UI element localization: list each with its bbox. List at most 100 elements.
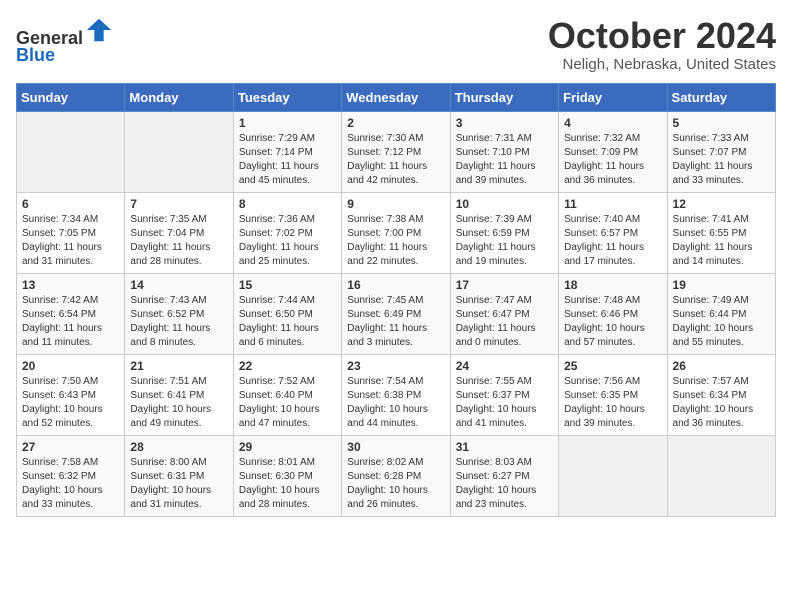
day-number: 29 — [239, 440, 336, 454]
day-info: Sunrise: 7:51 AM Sunset: 6:41 PM Dayligh… — [130, 375, 227, 431]
day-info: Sunrise: 7:52 AM Sunset: 6:40 PM Dayligh… — [239, 375, 336, 431]
day-number: 5 — [673, 116, 770, 130]
calendar-cell — [667, 435, 775, 516]
calendar-cell: 8Sunrise: 7:36 AM Sunset: 7:02 PM Daylig… — [233, 192, 341, 273]
calendar-table: SundayMondayTuesdayWednesdayThursdayFrid… — [16, 83, 776, 517]
logo-icon — [85, 16, 113, 44]
calendar-cell: 14 Sunrise: 7:43 AM Sunset: 6:52 PM Dayli… — [125, 273, 233, 354]
calendar-cell: 24 Sunrise: 7:55 AM Sunset: 6:37 PM Dayli… — [450, 354, 558, 435]
calendar-cell — [17, 111, 125, 192]
weekday-header: Thursday — [450, 83, 558, 111]
calendar-week-row: 27Sunrise: 7:58 AM Sunset: 6:32 PM Dayli… — [17, 435, 776, 516]
day-info: Sunrise: 7:54 AM Sunset: 6:38 PM Dayligh… — [347, 375, 444, 431]
calendar-cell: 25Sunrise: 7:56 AM Sunset: 6:35 PM Dayli… — [559, 354, 667, 435]
day-info: Sunrise: 7:48 AM Sunset: 6:46 PM Dayligh… — [564, 294, 661, 350]
day-info: Sunrise: 7:56 AM Sunset: 6:35 PM Dayligh… — [564, 375, 661, 431]
day-info: Sunrise: 7:35 AM Sunset: 7:04 PM Dayligh… — [130, 213, 227, 269]
day-info: Sunrise: 7:55 AM Sunset: 6:37 PM Dayligh… — [456, 375, 553, 431]
day-number: 22 — [239, 359, 336, 373]
day-info: Sunrise: 7:31 AM Sunset: 7:10 PM Dayligh… — [456, 132, 553, 188]
calendar-cell: 28 Sunrise: 8:00 AM Sunset: 6:31 PM Dayli… — [125, 435, 233, 516]
day-number: 16 — [347, 278, 444, 292]
calendar-cell: 19Sunrise: 7:49 AM Sunset: 6:44 PM Dayli… — [667, 273, 775, 354]
calendar-cell: 9 Sunrise: 7:38 AM Sunset: 7:00 PM Daylig… — [342, 192, 450, 273]
day-info: Sunrise: 7:38 AM Sunset: 7:00 PM Dayligh… — [347, 213, 444, 269]
calendar-cell: 2Sunrise: 7:30 AM Sunset: 7:12 PM Daylig… — [342, 111, 450, 192]
logo: General Blue — [16, 16, 113, 66]
weekday-header: Friday — [559, 83, 667, 111]
day-number: 21 — [130, 359, 227, 373]
calendar-week-row: 6Sunrise: 7:34 AM Sunset: 7:05 PM Daylig… — [17, 192, 776, 273]
calendar-cell: 29 Sunrise: 8:01 AM Sunset: 6:30 PM Dayli… — [233, 435, 341, 516]
calendar-cell: 21 Sunrise: 7:51 AM Sunset: 6:41 PM Dayli… — [125, 354, 233, 435]
day-info: Sunrise: 7:43 AM Sunset: 6:52 PM Dayligh… — [130, 294, 227, 350]
day-number: 9 — [347, 197, 444, 211]
day-info: Sunrise: 7:41 AM Sunset: 6:55 PM Dayligh… — [673, 213, 770, 269]
calendar-cell: 5 Sunrise: 7:33 AM Sunset: 7:07 PM Daylig… — [667, 111, 775, 192]
day-number: 15 — [239, 278, 336, 292]
day-info: Sunrise: 8:01 AM Sunset: 6:30 PM Dayligh… — [239, 456, 336, 512]
month-title: October 2024 — [548, 16, 776, 56]
day-info: Sunrise: 7:40 AM Sunset: 6:57 PM Dayligh… — [564, 213, 661, 269]
day-info: Sunrise: 7:47 AM Sunset: 6:47 PM Dayligh… — [456, 294, 553, 350]
day-info: Sunrise: 7:29 AM Sunset: 7:14 PM Dayligh… — [239, 132, 336, 188]
weekday-header: Sunday — [17, 83, 125, 111]
day-number: 6 — [22, 197, 119, 211]
calendar-cell: 1 Sunrise: 7:29 AM Sunset: 7:14 PM Daylig… — [233, 111, 341, 192]
calendar-cell: 23 Sunrise: 7:54 AM Sunset: 6:38 PM Dayli… — [342, 354, 450, 435]
day-info: Sunrise: 8:00 AM Sunset: 6:31 PM Dayligh… — [130, 456, 227, 512]
calendar-cell: 30 Sunrise: 8:02 AM Sunset: 6:28 PM Dayli… — [342, 435, 450, 516]
day-info: Sunrise: 7:44 AM Sunset: 6:50 PM Dayligh… — [239, 294, 336, 350]
day-number: 28 — [130, 440, 227, 454]
day-info: Sunrise: 7:57 AM Sunset: 6:34 PM Dayligh… — [673, 375, 770, 431]
day-info: Sunrise: 8:02 AM Sunset: 6:28 PM Dayligh… — [347, 456, 444, 512]
day-number: 20 — [22, 359, 119, 373]
day-info: Sunrise: 7:32 AM Sunset: 7:09 PM Dayligh… — [564, 132, 661, 188]
day-number: 26 — [673, 359, 770, 373]
calendar-cell: 20 Sunrise: 7:50 AM Sunset: 6:43 PM Dayli… — [17, 354, 125, 435]
day-number: 12 — [673, 197, 770, 211]
calendar-cell: 27Sunrise: 7:58 AM Sunset: 6:32 PM Dayli… — [17, 435, 125, 516]
calendar-cell: 22 Sunrise: 7:52 AM Sunset: 6:40 PM Dayli… — [233, 354, 341, 435]
calendar-cell: 6Sunrise: 7:34 AM Sunset: 7:05 PM Daylig… — [17, 192, 125, 273]
day-info: Sunrise: 7:58 AM Sunset: 6:32 PM Dayligh… — [22, 456, 119, 512]
calendar-cell: 15 Sunrise: 7:44 AM Sunset: 6:50 PM Dayli… — [233, 273, 341, 354]
day-info: Sunrise: 7:49 AM Sunset: 6:44 PM Dayligh… — [673, 294, 770, 350]
calendar-cell: 11Sunrise: 7:40 AM Sunset: 6:57 PM Dayli… — [559, 192, 667, 273]
weekday-header: Tuesday — [233, 83, 341, 111]
day-number: 30 — [347, 440, 444, 454]
calendar-cell — [125, 111, 233, 192]
day-number: 18 — [564, 278, 661, 292]
day-info: Sunrise: 7:33 AM Sunset: 7:07 PM Dayligh… — [673, 132, 770, 188]
day-number: 7 — [130, 197, 227, 211]
calendar-cell: 16 Sunrise: 7:45 AM Sunset: 6:49 PM Dayli… — [342, 273, 450, 354]
calendar-cell: 18 Sunrise: 7:48 AM Sunset: 6:46 PM Dayli… — [559, 273, 667, 354]
weekday-header: Monday — [125, 83, 233, 111]
calendar-week-row: 1 Sunrise: 7:29 AM Sunset: 7:14 PM Daylig… — [17, 111, 776, 192]
day-number: 8 — [239, 197, 336, 211]
day-info: Sunrise: 7:50 AM Sunset: 6:43 PM Dayligh… — [22, 375, 119, 431]
day-number: 24 — [456, 359, 553, 373]
calendar-cell: 12 Sunrise: 7:41 AM Sunset: 6:55 PM Dayli… — [667, 192, 775, 273]
day-number: 3 — [456, 116, 553, 130]
calendar-cell: 10 Sunrise: 7:39 AM Sunset: 6:59 PM Dayli… — [450, 192, 558, 273]
page-header: General Blue October 2024 Neligh, Nebras… — [16, 16, 776, 73]
day-number: 4 — [564, 116, 661, 130]
calendar-cell: 7 Sunrise: 7:35 AM Sunset: 7:04 PM Daylig… — [125, 192, 233, 273]
day-number: 23 — [347, 359, 444, 373]
day-info: Sunrise: 7:42 AM Sunset: 6:54 PM Dayligh… — [22, 294, 119, 350]
location: Neligh, Nebraska, United States — [548, 56, 776, 73]
day-info: Sunrise: 8:03 AM Sunset: 6:27 PM Dayligh… — [456, 456, 553, 512]
day-info: Sunrise: 7:39 AM Sunset: 6:59 PM Dayligh… — [456, 213, 553, 269]
calendar-week-row: 20 Sunrise: 7:50 AM Sunset: 6:43 PM Dayli… — [17, 354, 776, 435]
calendar-cell: 3 Sunrise: 7:31 AM Sunset: 7:10 PM Daylig… — [450, 111, 558, 192]
day-number: 1 — [239, 116, 336, 130]
weekday-header: Wednesday — [342, 83, 450, 111]
day-number: 14 — [130, 278, 227, 292]
calendar-header-row: SundayMondayTuesdayWednesdayThursdayFrid… — [17, 83, 776, 111]
day-info: Sunrise: 7:45 AM Sunset: 6:49 PM Dayligh… — [347, 294, 444, 350]
calendar-cell: 4 Sunrise: 7:32 AM Sunset: 7:09 PM Daylig… — [559, 111, 667, 192]
calendar-cell: 17Sunrise: 7:47 AM Sunset: 6:47 PM Dayli… — [450, 273, 558, 354]
day-number: 10 — [456, 197, 553, 211]
calendar-cell: 26 Sunrise: 7:57 AM Sunset: 6:34 PM Dayli… — [667, 354, 775, 435]
